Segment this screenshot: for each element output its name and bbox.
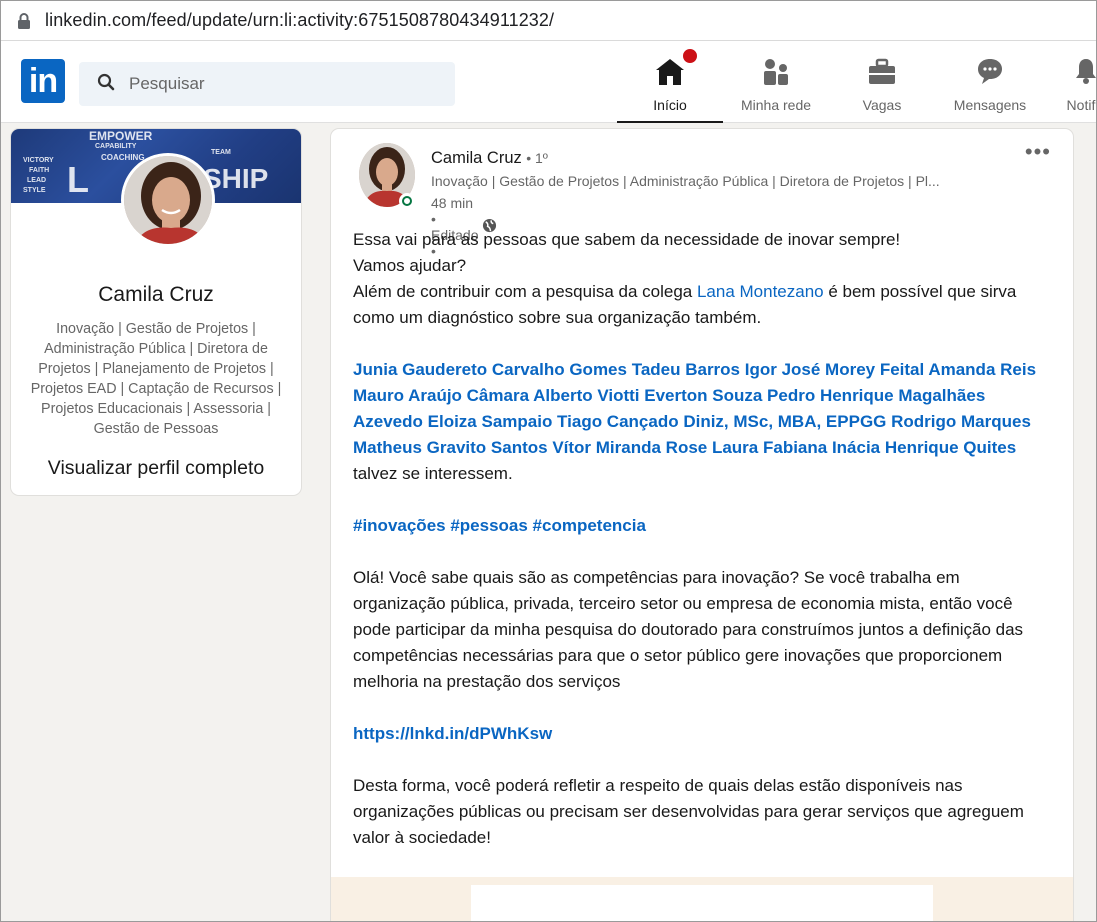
post-author-headline: Inovação | Gestão de Projetos | Administ… xyxy=(431,173,940,189)
post-text: talvez se interessem. xyxy=(353,464,513,483)
nav-jobs[interactable]: Vagas xyxy=(843,49,921,123)
network-icon xyxy=(761,58,791,89)
mention-link[interactable]: Lana Montezano xyxy=(697,282,824,301)
nav-my-network-label: Minha rede xyxy=(740,97,812,113)
briefcase-icon xyxy=(867,58,897,89)
external-link[interactable]: https://lnkd.in/dPWhKsw xyxy=(353,721,1053,747)
nav-my-network[interactable]: Minha rede xyxy=(731,49,821,123)
nav-jobs-label: Vagas xyxy=(862,97,902,113)
nav-messaging[interactable]: Mensagens xyxy=(945,49,1035,123)
nav-home-label: Início xyxy=(653,97,687,113)
post-text-line: Vamos ajudar? xyxy=(353,256,467,275)
hashtag-links[interactable]: #inovações #pessoas #competencia xyxy=(353,513,1053,539)
post-text-line: Essa vai para as pessoas que sabem da ne… xyxy=(353,230,901,249)
search-bar[interactable] xyxy=(79,62,455,106)
post-paragraph: Olá! Você sabe quais são as competências… xyxy=(353,568,1024,691)
linkedin-logo[interactable]: in xyxy=(21,59,65,103)
notification-badge xyxy=(681,47,699,65)
profile-headline: Inovação | Gestão de Projetos | Administ… xyxy=(30,321,282,437)
preview-logo: linegʘv xyxy=(653,917,752,921)
lock-icon xyxy=(17,12,33,30)
post-body: Essa vai para as pessoas que sabem da ne… xyxy=(353,227,1053,851)
browser-url: linkedin.com/feed/update/urn:li:activity… xyxy=(45,10,555,30)
nav-notifications[interactable]: Notific xyxy=(1051,49,1096,123)
more-options-icon[interactable]: ••• xyxy=(1025,141,1051,163)
profile-name[interactable]: Camila Cruz xyxy=(11,283,301,307)
post-paragraph: Desta forma, você poderá refletir a resp… xyxy=(353,776,1024,847)
browser-address-bar[interactable]: linkedin.com/feed/update/urn:li:activity… xyxy=(1,1,1096,41)
post-author-name[interactable]: Camila Cruz xyxy=(431,149,522,167)
nav-messaging-label: Mensagens xyxy=(953,97,1027,113)
link-preview[interactable]: linegʘv xyxy=(331,877,1073,921)
mention-links[interactable]: Junia Gaudereto Carvalho Gomes Tadeu Bar… xyxy=(353,360,1036,457)
online-status-indicator xyxy=(399,193,415,209)
feed-post: Camila Cruz • 1º Inovação | Gestão de Pr… xyxy=(331,129,1073,921)
nav-notifications-label: Notific xyxy=(1066,97,1096,113)
screenshot-frame: linkedin.com/feed/update/urn:li:activity… xyxy=(0,0,1097,922)
profile-card: VICTORY FAITH LEAD STYLE EMPOWER CAPABIL… xyxy=(11,129,301,495)
post-text-line: Além de contribuir com a pesquisa da col… xyxy=(353,279,1053,331)
mentions-paragraph: Junia Gaudereto Carvalho Gomes Tadeu Bar… xyxy=(353,357,1053,487)
profile-avatar[interactable] xyxy=(121,153,215,247)
linkedin-top-nav: in Início xyxy=(1,41,1096,123)
post-text: Além de contribuir com a pesquisa da col… xyxy=(353,282,697,301)
bell-icon xyxy=(1071,56,1096,89)
view-profile-link[interactable]: Visualizar perfil completo xyxy=(48,457,264,480)
connection-degree: • 1º xyxy=(526,150,548,166)
preview-image[interactable]: linegʘv xyxy=(471,885,933,921)
search-input[interactable] xyxy=(129,74,429,94)
nav-home[interactable]: Início xyxy=(617,47,723,123)
search-icon xyxy=(97,73,115,96)
post-author[interactable]: Camila Cruz • 1º xyxy=(431,149,548,168)
messaging-icon xyxy=(975,56,1005,89)
